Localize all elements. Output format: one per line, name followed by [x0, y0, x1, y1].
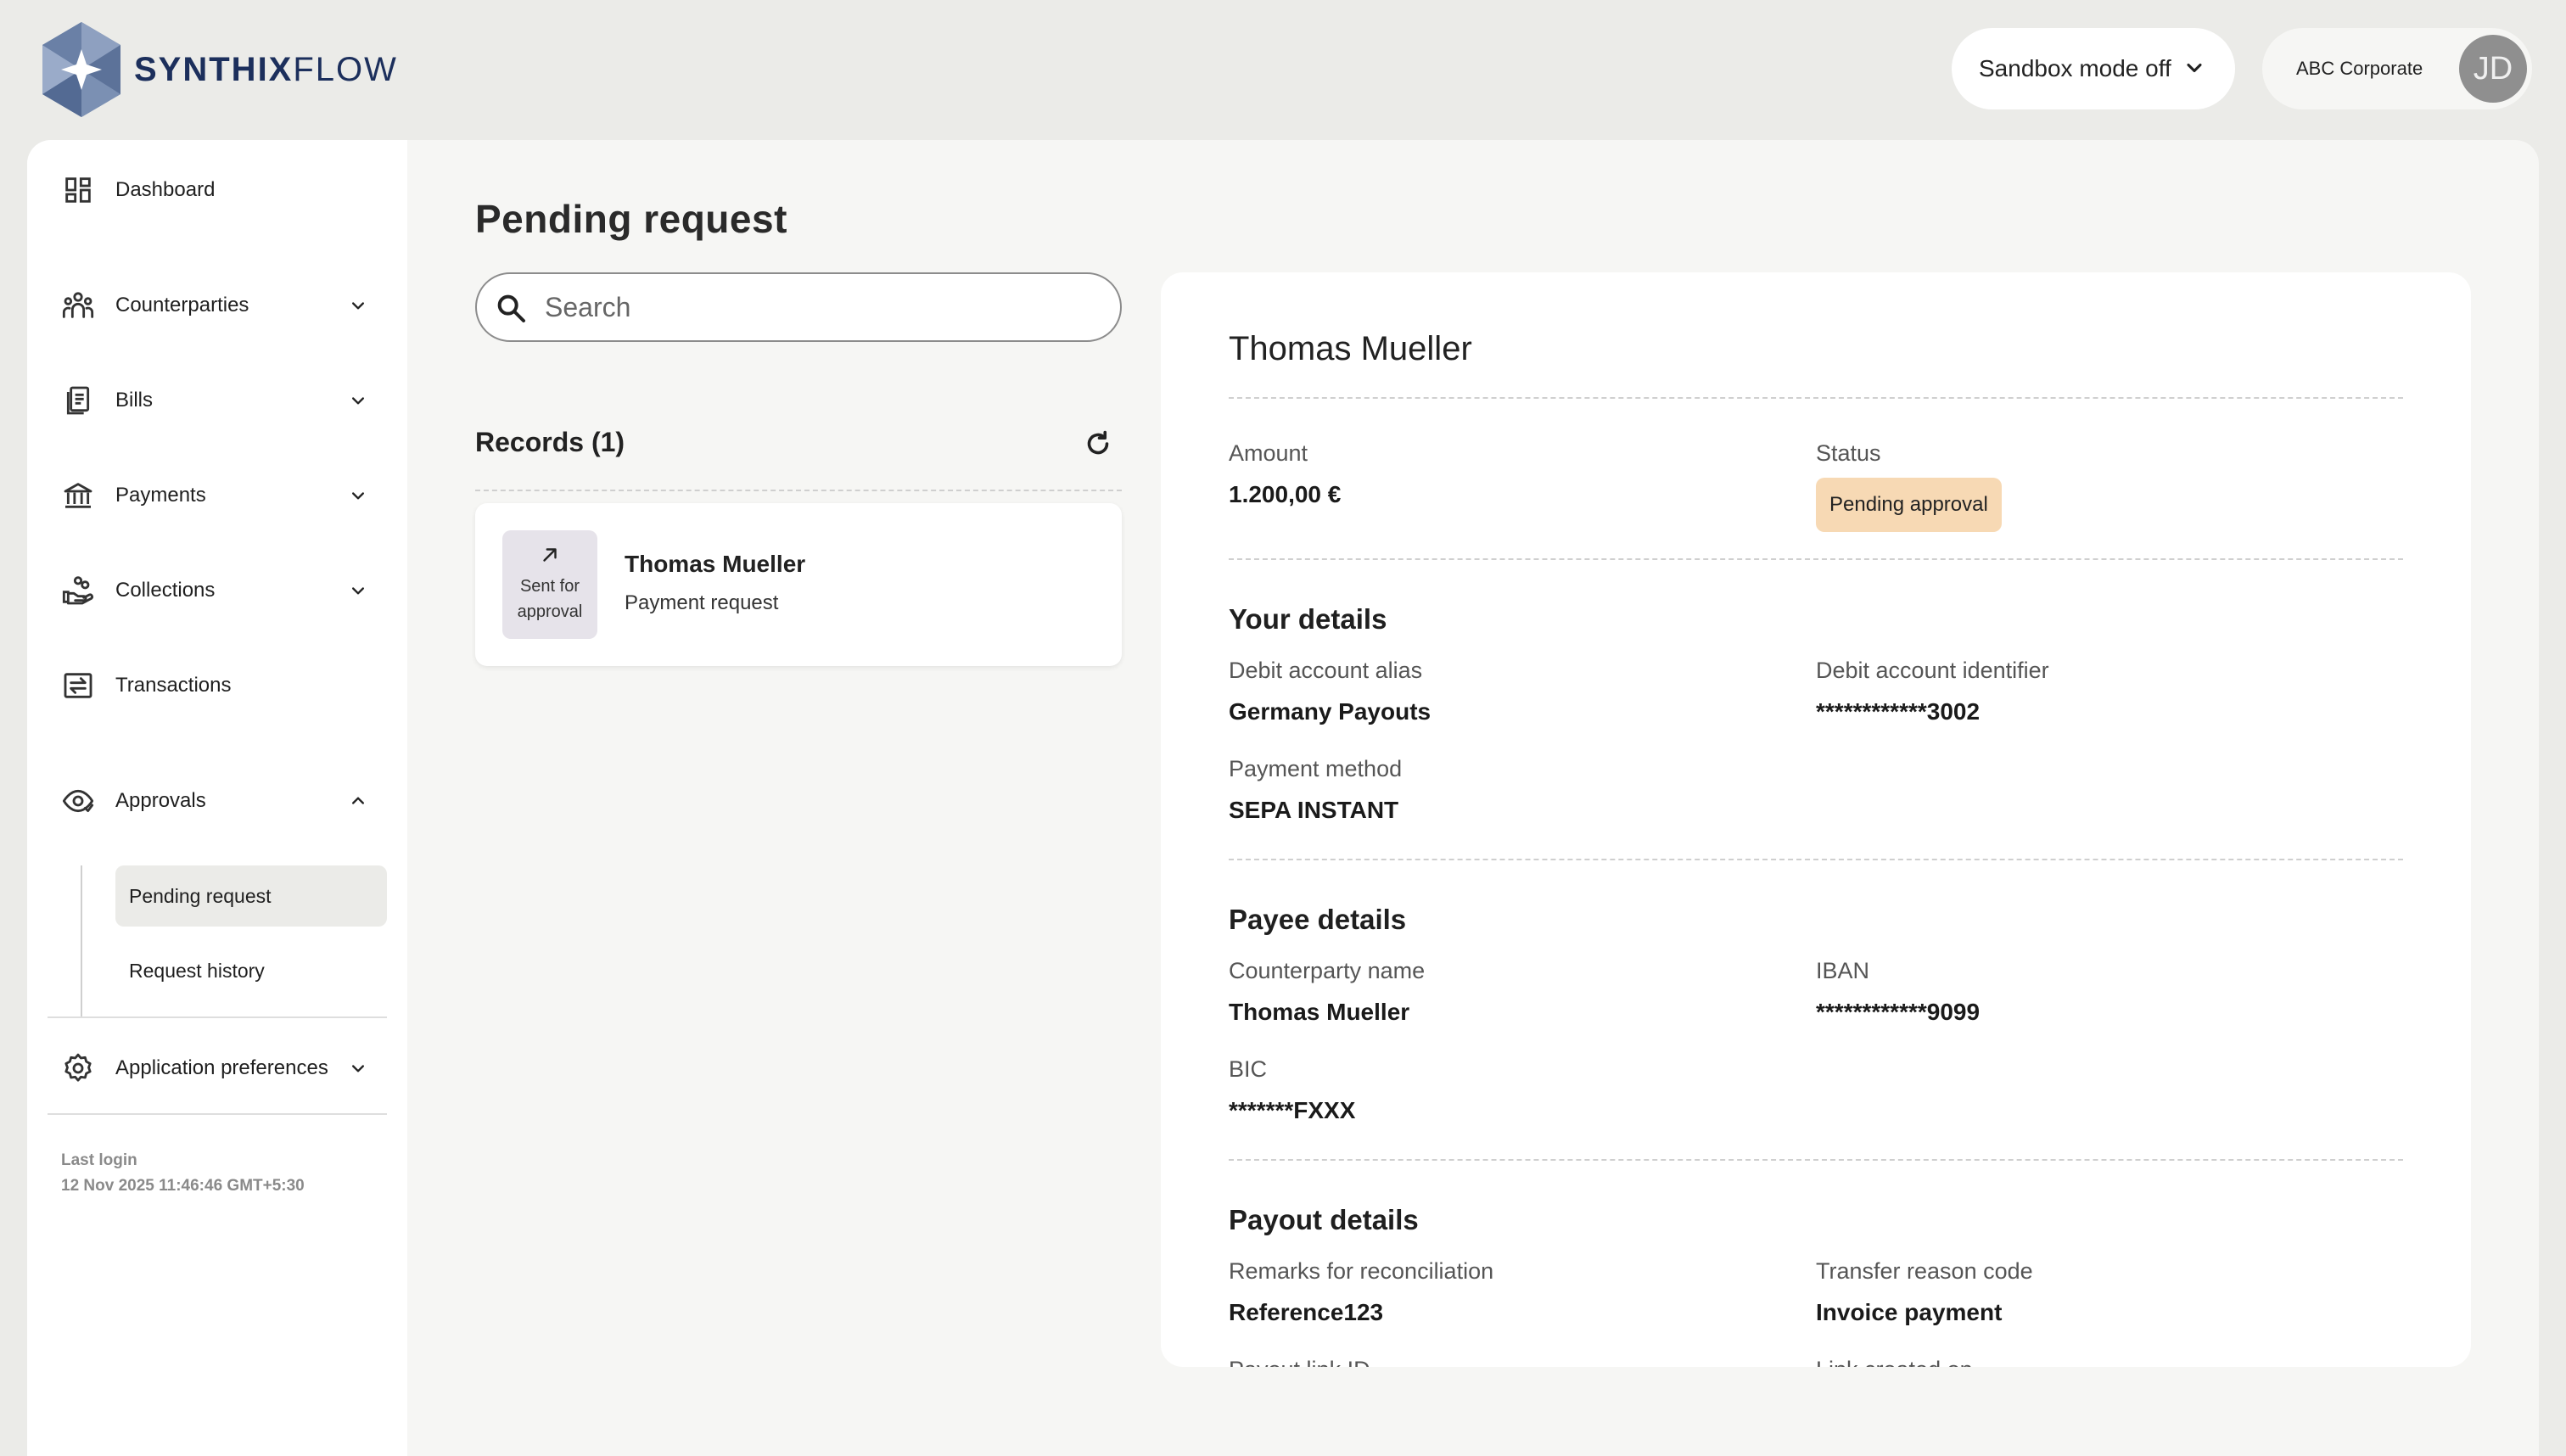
sandbox-mode-label: Sandbox mode off [1979, 55, 2171, 81]
chevron-up-icon [352, 797, 364, 804]
bank-icon [64, 483, 92, 508]
records-divider [475, 490, 1122, 491]
hand-coins-icon [62, 576, 93, 605]
chevron-down-icon [352, 492, 364, 500]
payee-details-heading: Payee details [1229, 904, 1407, 935]
record-card[interactable]: Sent for approval Thomas Mueller Payment… [475, 503, 1122, 666]
arrow-up-right-icon [543, 548, 557, 562]
sidebar-item-collections[interactable]: Collections [27, 557, 407, 624]
status-badge-line: Sent for [519, 577, 580, 596]
sidebar-divider [48, 1113, 387, 1115]
sidebar-item-label: Counterparties [115, 294, 249, 316]
amount-label: Amount [1229, 440, 1308, 466]
gear-icon [64, 1053, 92, 1082]
status-badge: Pending approval [1816, 478, 2002, 532]
search-icon [497, 294, 525, 322]
app-frame: Dashboard Counterparties Bills Payments … [27, 140, 2539, 1456]
remarks-value: Reference123 [1229, 1299, 1384, 1325]
record-name: Thomas Mueller [625, 551, 806, 577]
counterparty-name-value: Thomas Mueller [1229, 999, 1410, 1025]
sidebar-subitem-request-history[interactable]: Request history [115, 940, 387, 1001]
sidebar-item-label: Collections [115, 579, 216, 602]
chevron-down-icon [2187, 63, 2202, 73]
bic-label: BIC [1229, 1056, 1268, 1082]
section-divider [1229, 558, 2403, 560]
payment-method-value: SEPA INSTANT [1229, 797, 1399, 823]
sidebar-item-label: Dashboard [115, 178, 216, 201]
account-name: ABC Corporate [2296, 58, 2423, 79]
record-type: Payment request [625, 591, 779, 614]
sidebar-item-bills[interactable]: Bills [27, 367, 407, 434]
sidebar-item-label: Application preferences [115, 1056, 328, 1079]
avatar[interactable]: JD [2459, 35, 2527, 103]
section-divider [1229, 397, 2403, 399]
debit-alias-value: Germany Payouts [1229, 698, 1431, 725]
sidebar-item-label: Payments [115, 484, 206, 507]
chevron-down-icon [352, 1065, 364, 1072]
sidebar-subitem-pending-request[interactable]: Pending request [115, 865, 387, 927]
section-divider [1229, 1159, 2403, 1161]
counterparty-name-label: Counterparty name [1229, 958, 1426, 983]
remarks-label: Remarks for reconciliation [1229, 1258, 1494, 1284]
sidebar-item-dashboard[interactable]: Dashboard [27, 156, 407, 224]
debit-id-value: ************3002 [1816, 698, 1981, 725]
payout-details-heading: Payout details [1229, 1204, 1419, 1235]
brand-name: SYNTHIXFLOW [134, 50, 398, 88]
sidebar-item-label: Transactions [115, 674, 232, 697]
sidebar-divider [48, 1016, 387, 1018]
exchange-icon [64, 673, 92, 698]
sidebar-item-label: Approvals [115, 789, 206, 812]
status-badge: Sent for approval [502, 530, 597, 639]
people-icon [62, 292, 94, 318]
search-box [475, 272, 1122, 342]
eye-check-icon [62, 789, 94, 813]
link-created-label: Link created on [1816, 1357, 1973, 1367]
payout-link-id-label: Payout link ID [1229, 1357, 1370, 1367]
last-login: Last login 12 Nov 2025 11:46:46 GMT+5:30 [61, 1148, 305, 1199]
section-divider [1229, 859, 2403, 860]
chevron-down-icon [352, 397, 364, 405]
chevron-down-icon [352, 587, 364, 595]
your-details-heading: Your details [1229, 603, 1387, 635]
top-bar: SYNTHIXFLOW Sandbox mode off ABC Corpora… [0, 0, 2566, 140]
logo-icon [42, 22, 120, 117]
sidebar-item-label: Bills [115, 389, 154, 412]
debit-id-label: Debit account identifier [1816, 658, 2049, 683]
brand-logo[interactable]: SYNTHIXFLOW [37, 20, 398, 119]
page-title: Pending request [475, 197, 787, 241]
refresh-icon[interactable] [1083, 428, 1113, 459]
chevron-down-icon [352, 302, 364, 310]
search-input[interactable] [545, 286, 1096, 328]
account-switcher[interactable]: ABC Corporate JD [2262, 28, 2532, 109]
status-badge-line: approval [517, 602, 583, 621]
last-login-label: Last login [61, 1151, 137, 1169]
debit-alias-label: Debit account alias [1229, 658, 1423, 683]
bic-value: *******FXXX [1229, 1097, 1356, 1123]
payment-method-label: Payment method [1229, 756, 1403, 781]
sidebar-item-approvals[interactable]: Approvals [27, 767, 407, 835]
dashboard-icon [65, 177, 91, 203]
sidebar: Dashboard Counterparties Bills Payments … [27, 140, 407, 1456]
sidebar-item-transactions[interactable]: Transactions [27, 652, 407, 720]
iban-label: IBAN [1816, 958, 1870, 983]
sandbox-mode-dropdown[interactable]: Sandbox mode off [1952, 28, 2235, 109]
amount-value: 1.200,00 € [1229, 481, 1342, 507]
sidebar-item-application-preferences[interactable]: Application preferences [27, 1034, 407, 1102]
records-title: Records (1) [475, 427, 625, 457]
detail-panel: Thomas Mueller Amount 1.200,00 € Status … [1161, 272, 2471, 1367]
last-login-value: 12 Nov 2025 11:46:46 GMT+5:30 [61, 1177, 305, 1195]
status-label: Status [1816, 440, 1881, 466]
transfer-reason-label: Transfer reason code [1816, 1258, 2033, 1284]
submenu-guide-line [81, 865, 82, 1016]
detail-title: Thomas Mueller [1229, 330, 1472, 367]
bills-icon [66, 386, 90, 415]
sidebar-item-payments[interactable]: Payments [27, 462, 407, 529]
iban-value: ************9099 [1816, 999, 1981, 1025]
sidebar-item-counterparties[interactable]: Counterparties [27, 272, 407, 339]
transfer-reason-value: Invoice payment [1816, 1299, 2003, 1325]
